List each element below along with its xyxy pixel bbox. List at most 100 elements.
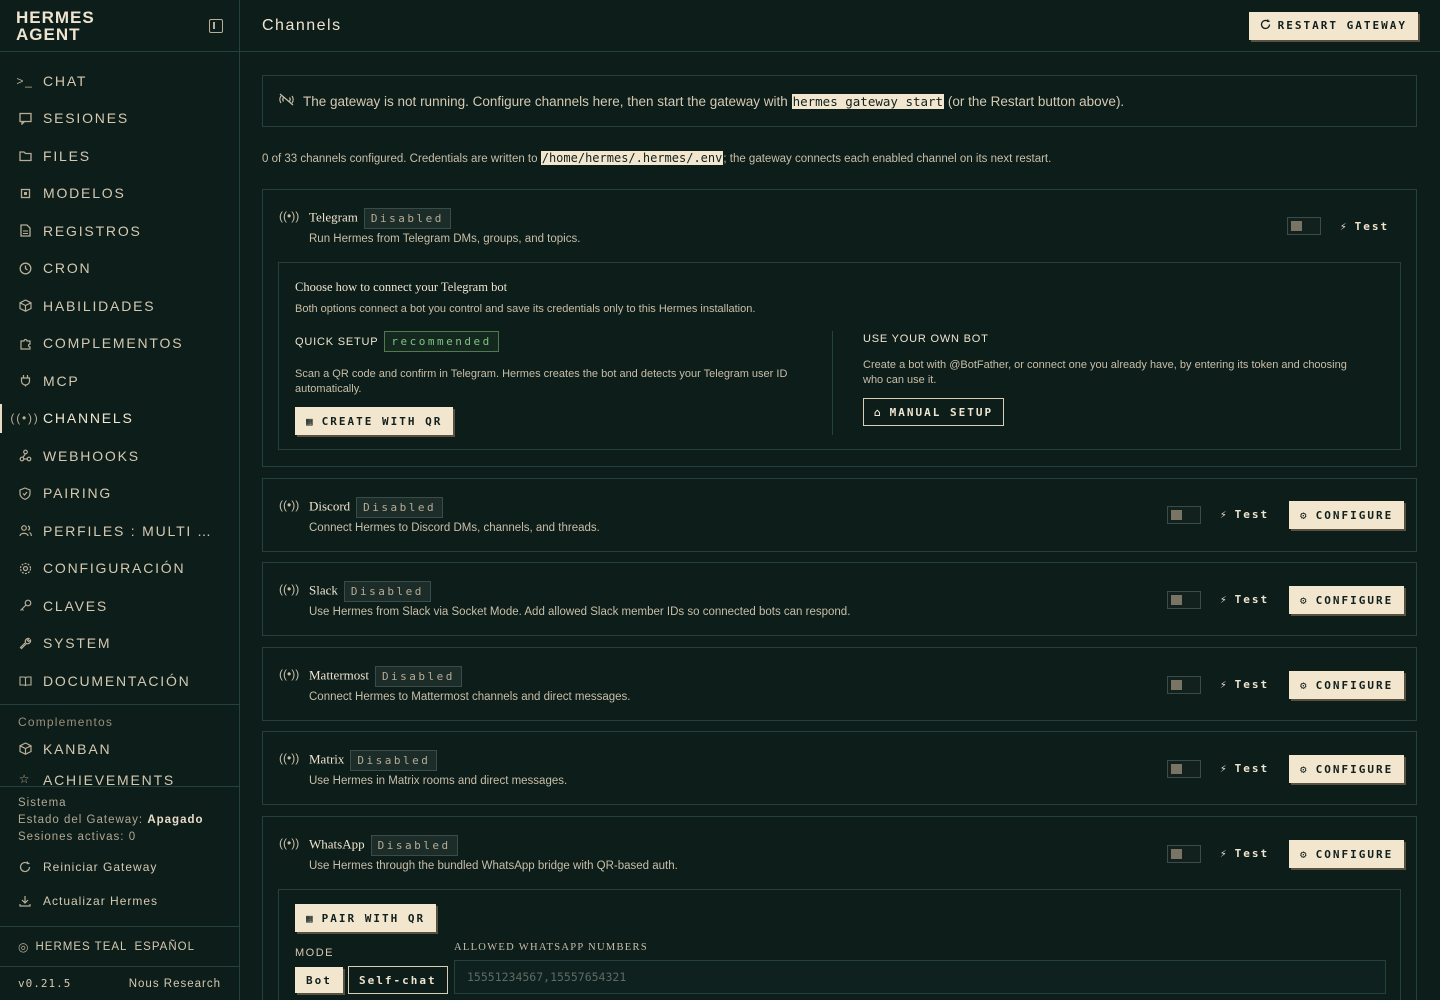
bot-icon: ⌂ [874,405,883,419]
channel-toggle[interactable] [1167,845,1201,863]
sidebar-item-chat[interactable]: >_ CHAT [0,62,239,100]
setup-description: Both options connect a bot you control a… [295,303,756,315]
main-content: Channels RESTART GATEWAY The gateway is … [240,0,1440,1000]
manual-setup-button[interactable]: ⌂ MANUAL SETUP [863,398,1005,426]
sidebar-item-claves[interactable]: CLAVES [0,587,239,625]
sidebar-item-achievements[interactable]: ☆ ACHIEVEMENTS [0,765,239,785]
sliders-icon: ⚙ [1300,508,1309,522]
create-with-qr-button[interactable]: ▦ CREATE WITH QR [295,407,454,435]
message-icon [18,111,32,125]
configure-button[interactable]: ⚙ CONFIGURE [1289,586,1405,614]
version-row: v0.21.5 Nous Research [0,966,239,1000]
broadcast-off-icon [279,93,294,109]
sidebar-item-pairing[interactable]: PAIRING [0,475,239,513]
update-hermes-link[interactable]: Actualizar Hermes [0,884,239,918]
channel-toggle[interactable] [1167,506,1201,524]
clock-icon [18,261,32,275]
allowed-numbers-label: ALLOWED WHATSAPP NUMBERS [454,942,648,953]
sidebar-item-documentacion[interactable]: DOCUMENTACIÓN [0,662,239,700]
collapse-sidebar-icon[interactable] [209,18,223,33]
sidebar-item-habilidades[interactable]: HABILIDADES [0,287,239,325]
test-button[interactable]: ⚡ Test [1340,220,1389,233]
system-status: Sistema Estado del Gateway: Apagado Sesi… [0,786,239,918]
sidebar-item-sesiones[interactable]: SESIONES [0,100,239,138]
sidebar-item-system[interactable]: SYSTEM [0,625,239,663]
mode-label: MODE [295,947,334,959]
test-button[interactable]: ⚡ Test [1220,762,1269,775]
channel-toggle[interactable] [1167,676,1201,694]
broadcast-icon: ((•)) [279,836,300,850]
configure-button[interactable]: ⚙ CONFIGURE [1289,501,1405,529]
mode-bot-option[interactable]: Bot [295,967,343,993]
sliders-icon: ⚙ [1300,678,1309,692]
restart-gateway-link[interactable]: Reiniciar Gateway [0,850,239,884]
download-icon [18,894,32,908]
gateway-status: Estado del Gateway: Apagado [18,814,204,826]
sidebar-item-cron[interactable]: CRON [0,250,239,288]
channel-toggle[interactable] [1287,217,1321,235]
document-icon [18,224,32,238]
plug-icon: ⚡ [1220,847,1229,860]
palette-icon: ◎ [18,939,30,954]
test-button[interactable]: ⚡ Test [1220,508,1269,521]
configure-button[interactable]: ⚙ CONFIGURE [1289,755,1405,783]
status-badge: Disabled [356,497,444,518]
broadcast-icon: ((•)) [279,209,300,223]
sidebar-item-modelos[interactable]: MODELOS [0,175,239,213]
page-title: Channels [262,16,342,34]
gear-icon [18,561,32,575]
sidebar-item-complementos[interactable]: COMPLEMENTOS [0,325,239,363]
package-icon [18,742,32,756]
sidebar-item-configuracion[interactable]: CONFIGURACIÓN [0,550,239,588]
sidebar-item-webhooks[interactable]: WEBHOOKS [0,437,239,475]
sidebar-item-files[interactable]: FILES [0,137,239,175]
sidebar-item-mcp[interactable]: MCP [0,362,239,400]
cpu-icon [18,186,32,200]
folder-icon [18,149,32,163]
channel-name: Matrix Disabled [309,750,438,771]
key-icon [18,599,32,613]
sidebar-item-channels[interactable]: ((•)) CHANNELS [0,400,239,438]
sliders-icon: ⚙ [1300,593,1309,607]
channel-toggle[interactable] [1167,591,1201,609]
alert-command: hermes gateway start [791,93,945,109]
plug-icon: ⚡ [1340,220,1349,233]
theme-switcher[interactable]: ◎ HERMES TEAL [18,940,127,954]
book-icon [18,674,32,688]
configure-button[interactable]: ⚙ CONFIGURE [1289,840,1405,868]
channel-card-matrix: ((•)) Matrix Disabled Use Hermes in Matri… [262,731,1417,805]
puzzle-icon [18,336,32,350]
users-icon [18,524,32,538]
channel-toggle[interactable] [1167,760,1201,778]
test-button[interactable]: ⚡ Test [1220,593,1269,606]
configure-button[interactable]: ⚙ CONFIGURE [1289,671,1405,699]
mode-self-chat-option[interactable]: Self-chat [348,966,448,994]
channel-name: Discord Disabled [309,497,444,518]
sidebar-item-perfiles[interactable]: PERFILES : MULTI AGENTES [0,512,239,550]
status-badge: Disabled [350,750,438,771]
column-divider [832,331,833,435]
vendor-label: Nous Research [128,977,221,990]
webhook-icon [18,449,32,463]
terminal-icon: >_ [16,73,34,88]
plug-icon: ⚡ [1220,508,1229,521]
channel-name: WhatsApp Disabled [309,835,458,856]
alert-text: The gateway is not running. Configure ch… [303,93,788,109]
broadcast-icon: ((•)) [279,582,300,596]
test-button[interactable]: ⚡ Test [1220,678,1269,691]
plug-icon: ⚡ [1220,762,1229,775]
allowed-numbers-input[interactable]: 15551234567,15557654321 [454,960,1386,994]
test-button[interactable]: ⚡ Test [1220,847,1269,860]
env-path: /home/hermes/.hermes/.env [540,151,724,165]
channel-card-discord: ((•)) Discord Disabled Connect Hermes to … [262,478,1417,552]
language-switcher[interactable]: ESPAÑOL [135,941,195,953]
restart-gateway-button[interactable]: RESTART GATEWAY [1248,11,1418,40]
sidebar-item-kanban[interactable]: KANBAN [0,733,239,765]
sidebar-item-registros[interactable]: REGISTROS [0,212,239,250]
pair-with-qr-button[interactable]: ▦ PAIR WITH QR [295,904,437,932]
gateway-status-value: Apagado [147,814,204,826]
refresh-icon [1260,19,1271,33]
broadcast-icon: ((•)) [279,751,300,765]
brand-header: HERMES AGENT [0,0,239,52]
sliders-icon: ⚙ [1300,847,1309,861]
